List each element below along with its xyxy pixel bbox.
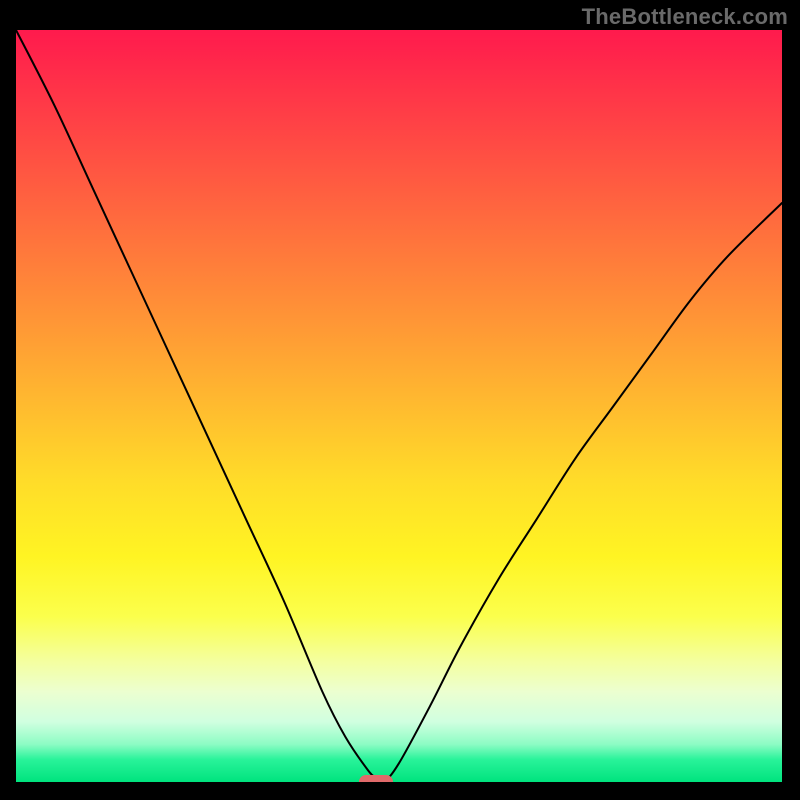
watermark-text: TheBottleneck.com bbox=[582, 4, 788, 30]
bottleneck-curve bbox=[16, 30, 782, 782]
plot-area bbox=[16, 30, 782, 782]
optimal-marker bbox=[359, 775, 393, 782]
chart-frame: TheBottleneck.com bbox=[0, 0, 800, 800]
